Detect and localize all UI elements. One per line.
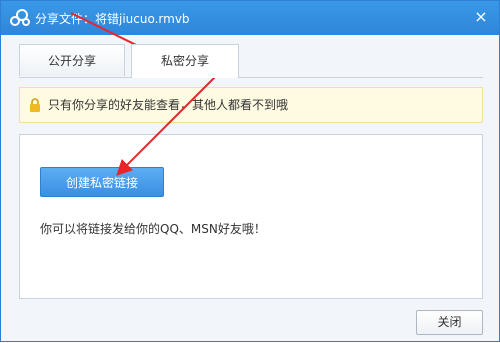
content-panel: 创建私密链接 你可以将链接发给你的QQ、MSN好友哦！ xyxy=(19,134,483,299)
tab-private-share[interactable]: 私密分享 xyxy=(131,44,239,78)
create-private-link-button[interactable]: 创建私密链接 xyxy=(40,167,164,197)
lock-icon xyxy=(30,98,40,112)
close-button[interactable]: 关闭 xyxy=(416,310,483,335)
tip-text: 你可以将链接发给你的QQ、MSN好友哦！ xyxy=(40,222,266,236)
window-title: 分享文件：将错jiucuo.rmvb xyxy=(35,12,190,26)
close-icon[interactable]: × xyxy=(471,7,491,27)
tab-public-share[interactable]: 公开分享 xyxy=(19,44,125,76)
notice-bar: 只有你分享的好友能查看，其他人都看不到哦 xyxy=(19,87,483,123)
tab-divider xyxy=(19,77,483,78)
tab-bar: 公开分享 私密分享 xyxy=(19,44,489,78)
share-dialog: 分享文件：将错jiucuo.rmvb × 公开分享 私密分享 只有你分享的好友能… xyxy=(0,0,500,342)
title-bar[interactable]: 分享文件：将错jiucuo.rmvb × xyxy=(1,1,499,35)
cloud-share-icon xyxy=(10,9,30,26)
notice-text: 只有你分享的好友能查看，其他人都看不到哦 xyxy=(48,98,289,112)
